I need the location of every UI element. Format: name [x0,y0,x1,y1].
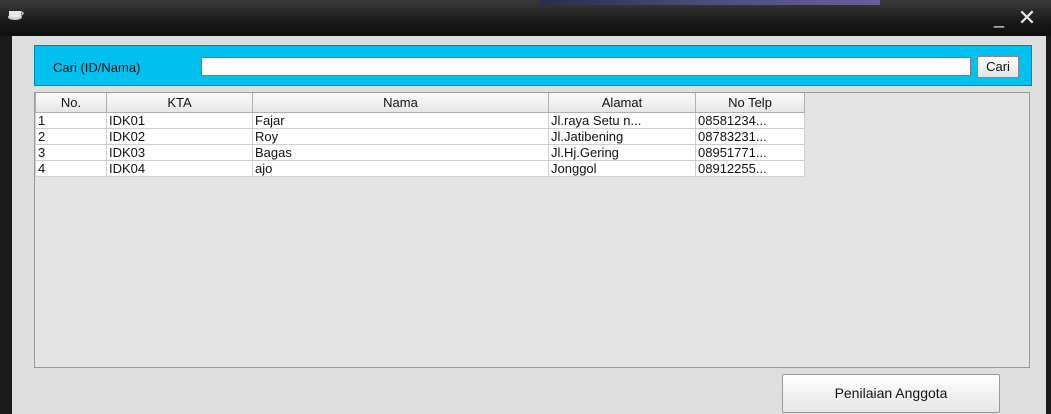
cell-kta[interactable]: IDK01 [106,112,253,129]
cell-kta[interactable]: IDK03 [106,144,253,161]
search-input[interactable] [201,57,971,76]
column-header-no[interactable]: No. [35,93,107,113]
title-bar[interactable]: _ ✕ [0,0,1051,36]
member-table-scrollpane[interactable]: No. KTA Nama Alamat No Telp 1 IDK01 Faja… [34,92,1030,368]
cell-no[interactable]: 4 [35,160,107,177]
table-row[interactable]: 1 IDK01 Fajar Jl.raya Setu n... 08581234… [35,112,805,129]
cell-alamat[interactable]: Jl.Jatibening [548,128,696,145]
column-header-nama[interactable]: Nama [252,93,549,113]
cell-no-telp[interactable]: 08581234... [695,112,805,129]
cell-no[interactable]: 1 [35,112,107,129]
cell-alamat[interactable]: Jl.raya Setu n... [548,112,696,129]
cell-no[interactable]: 2 [35,128,107,145]
java-cup-icon [8,11,24,20]
table-header-row: No. KTA Nama Alamat No Telp [35,93,805,113]
minimize-button[interactable]: _ [988,8,1010,30]
search-button[interactable]: Cari [977,56,1019,78]
cell-no-telp[interactable]: 08912255... [695,160,805,177]
member-table: No. KTA Nama Alamat No Telp 1 IDK01 Faja… [35,93,805,177]
column-header-no-telp[interactable]: No Telp [695,93,805,113]
cell-no[interactable]: 3 [35,144,107,161]
cell-kta[interactable]: IDK04 [106,160,253,177]
cell-nama[interactable]: Fajar [252,112,549,129]
cell-nama[interactable]: ajo [252,160,549,177]
window-frame-right [1046,36,1051,414]
cell-alamat[interactable]: Jonggol [548,160,696,177]
search-panel: Cari (ID/Nama) Cari [34,45,1032,86]
app-window: _ ✕ Cari (ID/Nama) Cari No. KTA Nama Ala… [0,0,1051,414]
table-row[interactable]: 4 IDK04 ajo Jonggol 08912255... [35,160,805,177]
window-frame-left [0,36,12,414]
table-row[interactable]: 3 IDK03 Bagas Jl.Hj.Gering 08951771... [35,144,805,161]
title-bar-accent [540,0,880,5]
cell-nama[interactable]: Bagas [252,144,549,161]
cell-alamat[interactable]: Jl.Hj.Gering [548,144,696,161]
search-label: Cari (ID/Nama) [53,60,141,75]
column-header-alamat[interactable]: Alamat [548,93,696,113]
close-button[interactable]: ✕ [1016,7,1038,30]
column-header-kta[interactable]: KTA [106,93,253,113]
table-row[interactable]: 2 IDK02 Roy Jl.Jatibening 08783231... [35,128,805,145]
content-pane: Cari (ID/Nama) Cari No. KTA Nama Alamat … [12,36,1046,414]
penilaian-anggota-button[interactable]: Penilaian Anggota [782,374,1000,413]
cell-no-telp[interactable]: 08783231... [695,128,805,145]
cell-kta[interactable]: IDK02 [106,128,253,145]
cell-no-telp[interactable]: 08951771... [695,144,805,161]
cell-nama[interactable]: Roy [252,128,549,145]
